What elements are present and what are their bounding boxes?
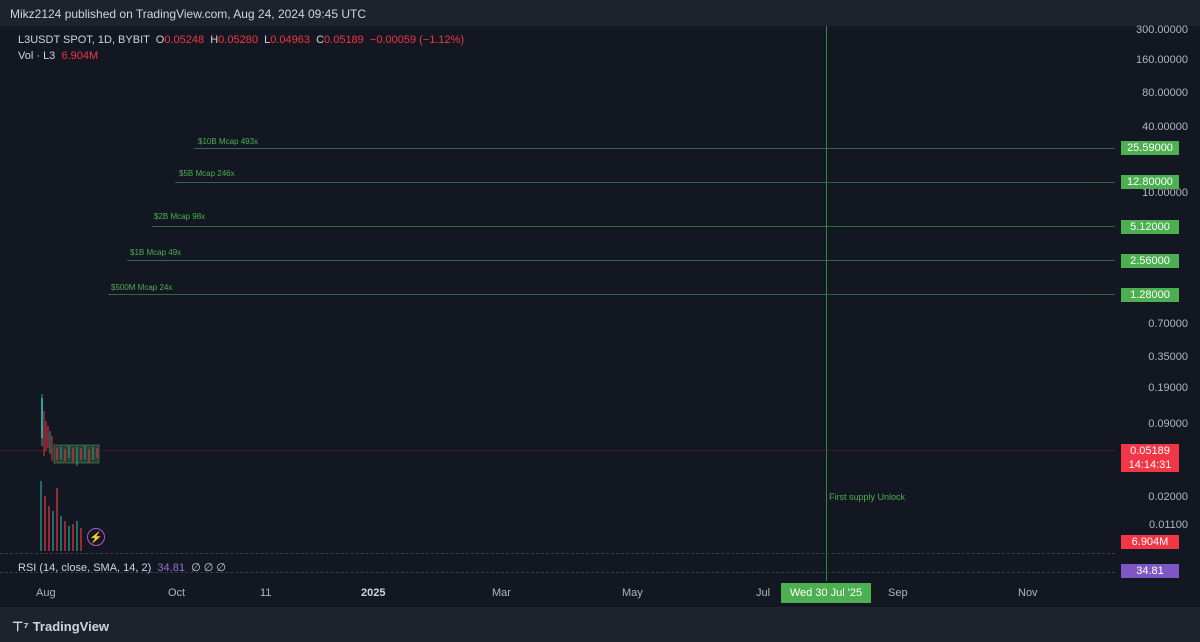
- volume-bar: [60, 516, 62, 551]
- rsi-value: 34.81: [157, 562, 185, 574]
- crosshair-date-badge: Wed 30 Jul '25: [781, 583, 871, 603]
- price-tick: 300.00000: [1136, 24, 1188, 36]
- level-price-badge: 25.59000: [1121, 141, 1179, 155]
- date-tick: Jul: [756, 587, 771, 599]
- current-price-badge: 0.05189: [1121, 444, 1179, 458]
- date-tick: Sep: [888, 587, 908, 599]
- volume-bar: [40, 481, 42, 551]
- price-tick: 0.09000: [1148, 418, 1188, 430]
- date-tick: Aug: [36, 587, 56, 599]
- date-tick: 2025: [361, 587, 386, 599]
- volume-bars: [40, 481, 82, 551]
- publisher-text: Mikz2124 published on TradingView.com, A…: [10, 7, 367, 21]
- price-tick: 0.70000: [1148, 318, 1188, 330]
- price-tick: 0.35000: [1148, 351, 1188, 363]
- volume-bar: [44, 496, 46, 551]
- level-price-badge: 5.12000: [1121, 220, 1179, 234]
- candles: [41, 394, 53, 461]
- volume-bar: [64, 521, 66, 551]
- price-tick: 160.00000: [1136, 54, 1188, 66]
- date-tick: Nov: [1018, 587, 1038, 599]
- price-tick: 0.19000: [1148, 382, 1188, 394]
- rsi-extras: ∅ ∅ ∅: [191, 562, 226, 574]
- date-tick: Oct: [168, 587, 186, 599]
- price-series-canvas: [40, 394, 100, 551]
- volume-bar: [80, 528, 82, 551]
- volume-bar: [76, 521, 78, 551]
- level-price-badge: 12.80000: [1121, 175, 1179, 189]
- level-price-badge: 1.28000: [1121, 288, 1179, 302]
- price-tick: 0.01100: [1149, 519, 1188, 531]
- date-tick: 11: [260, 587, 272, 599]
- brand-name: TradingView: [32, 619, 110, 634]
- publisher-bar: Mikz2124 published on TradingView.com, A…: [0, 0, 1200, 26]
- rsi-badge: 34.81: [1121, 564, 1179, 578]
- rsi-upper-band: [0, 553, 1115, 554]
- volume-bar: [68, 526, 70, 551]
- price-tick: 80.00000: [1142, 87, 1188, 99]
- rsi-name: RSI (14, close, SMA, 14, 2): [18, 562, 152, 574]
- price-tick: 0.02000: [1148, 491, 1188, 503]
- volume-bar: [52, 511, 54, 551]
- candle: [41, 398, 43, 438]
- volume-bar: [48, 506, 50, 551]
- volume-badge: 6.904M: [1121, 535, 1179, 549]
- date-tick: May: [622, 587, 643, 599]
- price-tick: 40.00000: [1142, 121, 1188, 133]
- rsi-legend[interactable]: RSI (14, close, SMA, 14, 2) 34.81 ∅ ∅ ∅: [18, 561, 226, 574]
- footer-bar: [0, 607, 1200, 642]
- date-tick: Mar: [492, 587, 511, 599]
- volume-bar: [56, 488, 58, 551]
- flash-icon[interactable]: ⚡: [87, 528, 105, 546]
- tradingview-logo-icon: ⊤⁷: [12, 619, 29, 634]
- tradingview-logo[interactable]: ⊤⁷ TradingView: [12, 619, 109, 635]
- volume-bar: [72, 524, 74, 551]
- level-price-badge: 2.56000: [1121, 254, 1179, 268]
- countdown-badge: 14:14:31: [1121, 458, 1179, 472]
